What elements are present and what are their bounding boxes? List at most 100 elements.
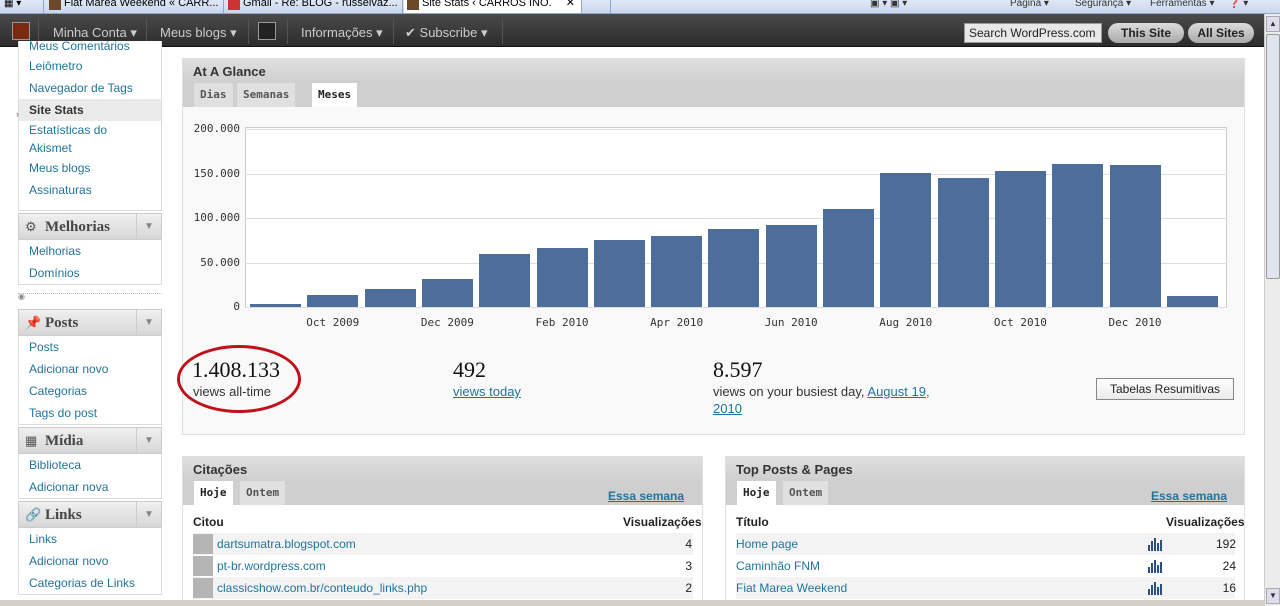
chart-bar[interactable] [937,177,989,307]
scroll-up-icon[interactable]: ▲ [1266,16,1280,32]
chevron-down-icon[interactable]: ▼ [136,214,161,239]
quick-tabs-button[interactable]: ▦ ▾ [0,0,44,13]
chart-bar[interactable] [364,289,416,307]
scroll-down-icon[interactable]: ▼ [1266,588,1280,604]
check-icon: ✔ [405,25,416,40]
separator [502,18,503,44]
midia-submenu: Biblioteca Adicionar nova [18,454,162,499]
admin-sidebar: Meus Comentários Leiômetro Navegador de … [0,40,172,606]
sidebar-item-add-new[interactable]: Adicionar novo [19,358,161,380]
y-tick-label: 150.000 [193,166,240,180]
security-menu[interactable]: Segurança ▾ [1075,0,1131,9]
tab-hoje[interactable]: Hoje [194,481,233,505]
sidebar-item-links[interactable]: Links [19,528,161,550]
help-icon[interactable]: ❓ ▾ [1228,0,1248,9]
busiest-date-link-2[interactable]: 2010 [713,401,742,416]
avatar[interactable] [12,22,30,40]
chart-bar[interactable] [1109,165,1161,307]
menu-midia[interactable]: ▦ Mídia ▼ [18,427,162,454]
menu-melhorias[interactable]: ⚙ Melhorias ▼ [18,213,162,240]
my-blogs-menu[interactable]: Meus blogs ▾ [160,14,237,47]
chart-bar[interactable] [651,235,703,307]
chart-bar[interactable] [708,228,760,307]
referrer-link[interactable]: dartsumatra.blogspot.com [217,533,356,555]
chart-bar[interactable] [823,209,874,307]
referrer-link[interactable]: pt-br.wordpress.com [217,555,326,577]
close-icon[interactable]: ✕ [566,0,575,9]
chart-bar[interactable] [880,172,932,307]
this-week-link[interactable]: Essa semana [608,489,684,503]
chart-bar[interactable] [307,295,359,307]
chart-bar[interactable] [765,225,817,307]
post-link[interactable]: Home page [736,533,798,555]
menu-links[interactable]: 🔗 Links ▼ [18,501,162,528]
sidebar-item-dominios[interactable]: Domínios [19,262,161,284]
page-menu[interactable]: Página ▾ [1010,0,1049,9]
busiest-date-link[interactable]: August 19, [867,384,929,399]
bar-chart-icon[interactable] [1148,538,1162,551]
sidebar-item-melhorias[interactable]: Melhorias [19,240,161,262]
tab-meses[interactable]: Meses [312,83,358,107]
dashboard-submenu: Meus Comentários Leiômetro Navegador de … [18,40,162,211]
collapse-separator[interactable] [18,293,162,299]
sidebar-item-akismet-2[interactable]: Akismet [19,139,161,157]
chart-bar[interactable] [1166,296,1218,307]
tools-menu[interactable]: Ferramentas ▾ [1150,0,1215,9]
blog-avatar[interactable] [258,22,276,40]
new-tab-button[interactable] [583,0,611,13]
sidebar-item-my-blogs[interactable]: Meus blogs [19,157,161,179]
sidebar-item-add-media[interactable]: Adicionar nova [19,476,161,498]
chart-bar[interactable] [1052,163,1104,307]
tab-ontem[interactable]: Ontem [240,481,286,505]
all-sites-button[interactable]: All Sites [1188,23,1254,43]
sidebar-item-akismet[interactable]: Estatísticas do [19,121,161,139]
sidebar-item-library[interactable]: Biblioteca [19,454,161,476]
this-site-button[interactable]: This Site [1108,23,1184,43]
subscribe-menu[interactable]: ✔ Subscribe ▾ [405,14,487,47]
browser-tab-1[interactable]: Fiat Marea Weekend « CARR... [46,0,224,13]
chart-bar[interactable] [479,253,531,307]
tab-ontem[interactable]: Ontem [783,481,829,505]
chart-bar[interactable] [994,170,1046,307]
this-week-link[interactable]: Essa semana [1151,489,1227,503]
tab-semanas[interactable]: Semanas [237,83,296,107]
bar-chart-icon[interactable] [1148,560,1162,573]
tab-dias[interactable]: Dias [194,83,233,107]
sidebar-item-comments[interactable]: Meus Comentários [19,40,161,55]
home-icon[interactable]: ▣ ▾ ▣ ▾ [870,0,907,9]
browser-tab-3[interactable]: Site Stats ‹ CARROS INO... ✕ [404,0,582,13]
chevron-down-icon[interactable]: ▼ [136,502,161,527]
bar-chart-icon[interactable] [1148,582,1162,595]
scrollbar[interactable]: ▲ ▼ [1264,14,1280,606]
chart-bar[interactable] [250,304,301,307]
sidebar-item-categories[interactable]: Categorias [19,380,161,402]
views-today-link[interactable]: views today [453,384,521,399]
sidebar-item-add-link[interactable]: Adicionar novo [19,550,161,572]
chart-bar[interactable] [421,278,473,307]
chevron-down-icon[interactable]: ▼ [136,428,161,453]
browser-tab-2[interactable]: Gmail - Re: BLOG - russelvaz... [225,0,403,13]
sidebar-item-posts[interactable]: Posts [19,336,161,358]
info-menu[interactable]: Informações ▾ [301,14,383,47]
sidebar-item-reader[interactable]: Leiômetro [19,55,161,77]
post-link[interactable]: Fiat Marea Weekend [736,577,847,599]
sidebar-item-link-categories[interactable]: Categorias de Links [19,572,161,594]
sidebar-item-tag-surfer[interactable]: Navegador de Tags [19,77,161,99]
collapse-icon[interactable]: ◉ [18,292,25,301]
sidebar-item-subscriptions[interactable]: Assinaturas [19,179,161,201]
menu-posts[interactable]: 📌 Posts ▼ [18,309,162,336]
chevron-down-icon[interactable]: ▼ [136,310,161,335]
sidebar-item-tags[interactable]: Tags do post [19,402,161,424]
search-input[interactable]: Search WordPress.com [964,23,1102,43]
summary-tables-button[interactable]: Tabelas Resumitivas [1096,378,1234,400]
sidebar-item-site-stats[interactable]: Site Stats [19,99,161,121]
scroll-thumb[interactable] [1266,34,1280,279]
admin-bar: Minha Conta ▾ Meus blogs ▾ Informações ▾… [0,14,1264,47]
box-title: Top Posts & Pages [726,457,1244,481]
tab-hoje[interactable]: Hoje [737,481,776,505]
chart-bar[interactable] [536,248,588,307]
x-tick-label: Feb 2010 [535,316,589,329]
chart-bar[interactable] [593,240,645,307]
referrer-link[interactable]: classicshow.com.br/conteudo_links.php [217,577,427,599]
post-link[interactable]: Caminhão FNM [736,555,820,577]
